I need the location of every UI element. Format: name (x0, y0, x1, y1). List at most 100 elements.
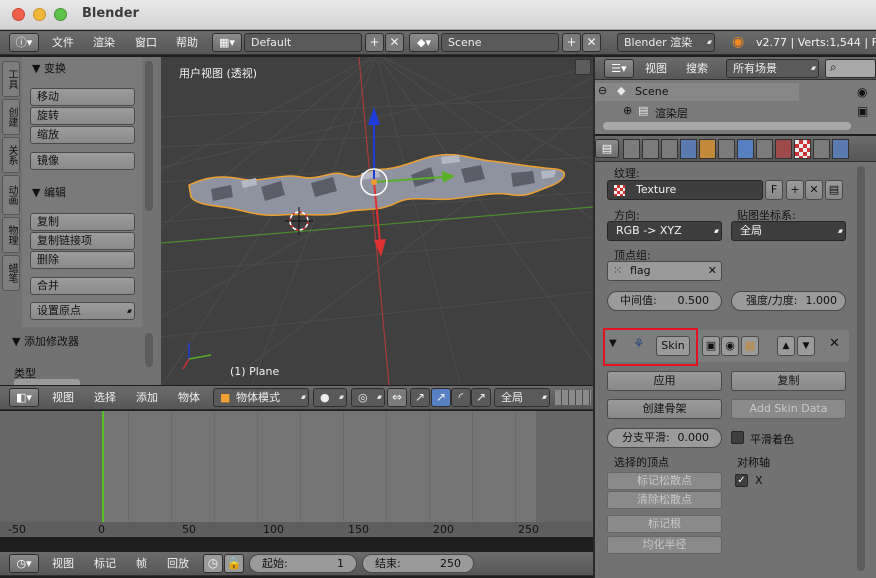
timeline-area[interactable]: -50 0 50 100 150 200 250 (0, 411, 593, 537)
menu-file[interactable]: 文件 (52, 31, 74, 55)
outliner-search-field[interactable]: ⌕ (825, 59, 876, 78)
scale-button[interactable]: 缩放 (30, 126, 135, 144)
viewport-eye-icon[interactable]: ◉ (721, 336, 739, 356)
scene-field[interactable]: Scene (441, 33, 559, 52)
texture-fake-user-button[interactable]: F (765, 180, 783, 200)
modifiers-tab-wrench-icon[interactable] (737, 139, 754, 159)
branch-smoothing-field[interactable]: 分支平滑: 0.000 (607, 428, 722, 448)
preview-range-clock-icon[interactable]: ◷ (203, 554, 223, 573)
remove-scene-close-icon[interactable]: ✕ (582, 33, 601, 52)
viewport-shading-dropdown[interactable]: ● (313, 388, 347, 407)
tab-physics[interactable]: 物理 (2, 217, 20, 253)
clear-loose-button[interactable]: 清除松散点 (607, 491, 722, 509)
viewport-menu-add[interactable]: 添加 (136, 386, 158, 410)
join-button[interactable]: 合并 (30, 277, 135, 295)
editmode-vertices-icon[interactable]: ▦ (741, 336, 759, 356)
physics-tab-icon[interactable] (832, 139, 849, 159)
scene-tab-icon[interactable] (661, 139, 678, 159)
outliner-horizontal-scrollbar[interactable] (603, 122, 851, 130)
view-eye-icon[interactable]: ◉ (857, 85, 867, 99)
direction-dropdown[interactable]: RGB -> XYZ (607, 221, 722, 241)
menu-render[interactable]: 渲染 (93, 31, 115, 55)
copy-modifier-button[interactable]: 复制 (731, 371, 846, 391)
outliner-editor-type-button[interactable]: ☰▾ (604, 59, 634, 78)
remove-screen-close-icon[interactable]: ✕ (385, 33, 404, 52)
material-tab-sphere-icon[interactable] (775, 139, 792, 159)
timeline-menu-view[interactable]: 视图 (52, 552, 74, 576)
tab-grease-pencil[interactable]: 蜡笔 (2, 255, 20, 291)
set-origin-dropdown[interactable]: 设置原点 (30, 302, 135, 320)
mark-loose-button[interactable]: 标记松散点 (607, 472, 722, 490)
edit-panel-title[interactable]: ▼ 编辑 (32, 184, 66, 200)
timeline-menu-marker[interactable]: 标记 (94, 552, 116, 576)
menu-window[interactable]: 窗口 (135, 31, 157, 55)
mark-root-button[interactable]: 标记根 (607, 515, 722, 533)
tool-shelf-scrollbar[interactable] (145, 61, 153, 211)
tab-relations[interactable]: 关系 (2, 137, 20, 173)
outliner-item-render-layers[interactable]: 渲染层 (655, 105, 688, 121)
mode-dropdown[interactable]: ■ 物体模式 (213, 388, 309, 407)
viewport-menu-object[interactable]: 物体 (178, 386, 200, 410)
layer-buttons[interactable] (555, 390, 591, 405)
expand-plus-icon[interactable]: ⊕ (623, 104, 632, 117)
current-frame-indicator[interactable] (102, 411, 104, 535)
add-scene-plus-icon[interactable]: + (562, 33, 581, 52)
add-screen-plus-icon[interactable]: + (365, 33, 384, 52)
scale-manipulator-icon[interactable]: ↗ (471, 388, 491, 407)
viewport-editor-type-button[interactable]: ◧▾ (9, 388, 39, 407)
texture-field[interactable]: Texture (607, 180, 763, 200)
clear-vertex-group-close-icon[interactable]: ✕ (708, 262, 717, 280)
world-tab-globe-icon[interactable] (680, 139, 697, 159)
rotate-button[interactable]: 旋转 (30, 107, 135, 125)
z-manipulator-arrow-icon[interactable] (368, 107, 380, 125)
start-frame-field[interactable]: 起始: 1 (249, 554, 357, 573)
3d-viewport[interactable]: 用户视图 (透视) (1) Plane (161, 57, 593, 385)
render-layers-tab-icon[interactable] (642, 139, 659, 159)
duplicate-button[interactable]: 复制 (30, 213, 135, 231)
unlink-texture-close-icon[interactable]: ✕ (805, 180, 823, 200)
add-skin-data-button[interactable]: Add Skin Data (731, 399, 846, 419)
symmetry-x-checkbox[interactable]: ✓ (735, 474, 748, 487)
minimize-window-button[interactable] (33, 8, 46, 21)
tool-shelf-scrollbar-lower[interactable] (145, 333, 153, 367)
data-tab-mesh-icon[interactable] (756, 139, 773, 159)
outliner-item-scene[interactable]: Scene (635, 85, 669, 98)
outliner-display-filter-dropdown[interactable]: 所有场景 (726, 59, 819, 78)
outliner-row[interactable]: ⊖ ◆ Scene (595, 83, 799, 101)
transform-orientation-dropdown[interactable]: 全局 (494, 388, 550, 407)
screen-layout-browse-button[interactable]: ▦▾ (212, 33, 242, 52)
render-camera-icon[interactable]: ▣ (702, 336, 720, 356)
camera-render-icon[interactable]: ▣ (857, 104, 868, 118)
texture-tab-checker-icon[interactable] (794, 139, 811, 159)
end-frame-field[interactable]: 结束: 250 (362, 554, 474, 573)
transform-panel-title[interactable]: ▼ 变换 (32, 60, 66, 76)
vertex-group-field[interactable]: ⁙ flag ✕ (607, 261, 722, 281)
move-up-arrow-icon[interactable]: ▲ (777, 336, 795, 356)
tab-tools[interactable]: 工具 (2, 61, 20, 97)
object-tab-cube-icon[interactable] (699, 139, 716, 159)
close-window-button[interactable] (12, 8, 25, 21)
pivot-point-dropdown[interactable]: ◎ (351, 388, 385, 407)
viewport-menu-view[interactable]: 视图 (52, 386, 74, 410)
scene-browse-button[interactable]: ◆▾ (409, 33, 439, 52)
maximize-window-button[interactable] (54, 8, 67, 21)
smooth-shading-checkbox[interactable] (731, 431, 744, 444)
transform-manipulator-icon[interactable]: ↗ (410, 388, 430, 407)
properties-scrollbar[interactable] (857, 166, 865, 571)
remove-modifier-close-icon[interactable]: ✕ (829, 336, 840, 351)
render-engine-dropdown[interactable]: Blender 渲染 (617, 33, 715, 52)
manipulator-toggle-button[interactable]: ⇔ (387, 388, 407, 407)
render-tab-camera-icon[interactable] (623, 139, 640, 159)
translate-manipulator-icon[interactable]: ↗ (431, 388, 451, 407)
texture-coordinates-dropdown[interactable]: 全局 (731, 221, 846, 241)
properties-editor-type-button[interactable]: ▤ (595, 139, 619, 158)
add-modifier-panel-title[interactable]: ▼ 添加修改器 (12, 333, 79, 349)
midlevel-field[interactable]: 中间值: 0.500 (607, 291, 722, 311)
new-texture-plus-icon[interactable]: + (786, 180, 804, 200)
expand-minus-icon[interactable]: ⊖ (598, 84, 607, 97)
outliner-menu-view[interactable]: 视图 (645, 57, 667, 80)
mirror-button[interactable]: 镜像 (30, 152, 135, 170)
info-editor-type-button[interactable]: ⓘ▾ (9, 33, 39, 52)
particles-tab-icon[interactable] (813, 139, 830, 159)
equalize-radii-button[interactable]: 均化半径 (607, 536, 722, 554)
